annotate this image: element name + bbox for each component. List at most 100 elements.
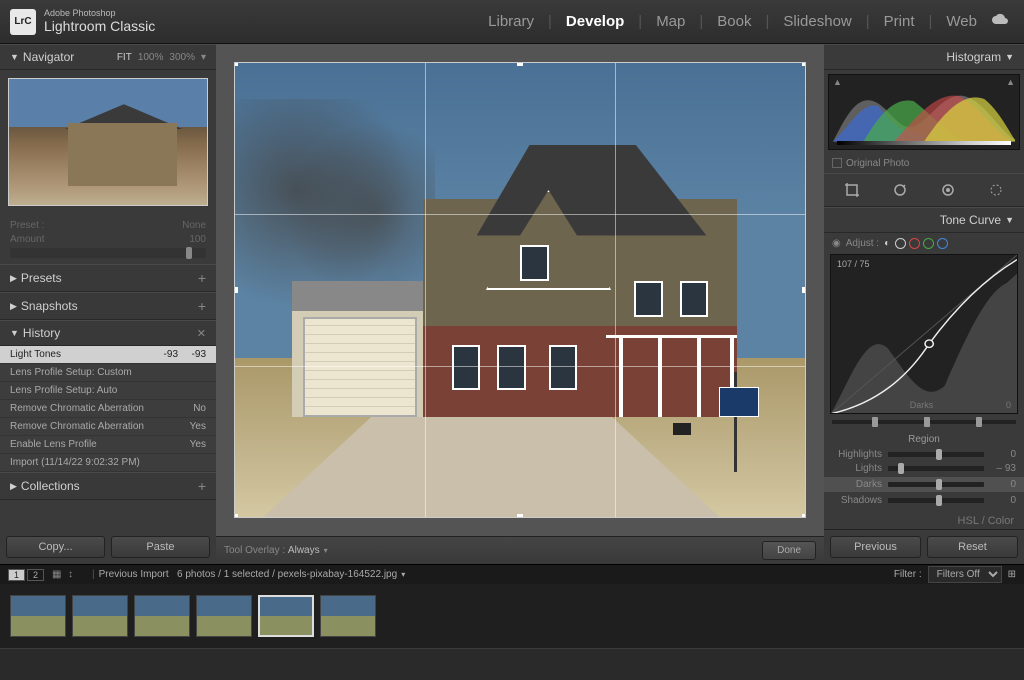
disclosure-triangle-icon: ▼ xyxy=(10,52,19,62)
filter-lock-icon[interactable]: ⊞ xyxy=(1008,569,1016,580)
right-panel: Histogram ▼ ▲ ▲ Original Photo xyxy=(824,44,1024,564)
region-highlights[interactable]: Highlights0 xyxy=(832,449,1016,460)
history-item[interactable]: Lens Profile Setup: Custom xyxy=(0,364,216,382)
previous-button[interactable]: Previous xyxy=(830,536,921,558)
navigator-header[interactable]: ▼ Navigator FIT 100% 300% ▾ xyxy=(0,44,216,70)
collections-header[interactable]: ▶ Collections + xyxy=(0,472,216,500)
filmstrip xyxy=(0,584,1024,648)
original-photo-toggle[interactable]: Original Photo xyxy=(824,154,1024,173)
done-button[interactable]: Done xyxy=(762,541,816,560)
filmstrip-thumb[interactable] xyxy=(72,595,128,637)
region-panel: Region Highlights0Lights– 93Darks0Shadow… xyxy=(824,430,1024,513)
filter-select[interactable]: Filters Off xyxy=(928,566,1002,583)
page-2[interactable]: 2 xyxy=(27,569,44,581)
history-item[interactable]: Import (11/14/22 9:02:32 PM) xyxy=(0,454,216,472)
add-icon[interactable]: + xyxy=(198,478,206,494)
checkbox-icon[interactable] xyxy=(832,158,842,168)
tone-curve-header[interactable]: Tone Curve ▼ xyxy=(824,207,1024,233)
history-item[interactable]: Enable Lens ProfileYes xyxy=(0,436,216,454)
disclosure-triangle-icon: ▶ xyxy=(10,301,17,312)
zoom-more-icon[interactable]: ▾ xyxy=(201,52,206,63)
mask-tool-icon[interactable] xyxy=(936,180,960,200)
amount-slider[interactable] xyxy=(10,248,206,258)
disclosure-triangle-icon: ▼ xyxy=(10,328,19,338)
zoom-300[interactable]: 300% xyxy=(169,52,195,63)
filmstrip-thumb[interactable] xyxy=(258,595,314,637)
app-logo: LrC xyxy=(10,9,36,35)
secondary-display-pages: 1 2 xyxy=(8,569,44,581)
snapshots-header[interactable]: ▶ Snapshots + xyxy=(0,292,216,320)
filmstrip-source[interactable]: Previous Import xyxy=(99,569,169,580)
tool-strip xyxy=(824,173,1024,207)
module-web[interactable]: Web xyxy=(941,13,982,30)
tone-curve-adjust: ◉ Adjust : ◐ xyxy=(824,233,1024,254)
parametric-curve-icon[interactable]: ◐ xyxy=(884,238,890,249)
tone-curve-split-slider[interactable] xyxy=(832,418,1016,426)
region-shadows[interactable]: Shadows0 xyxy=(832,495,1016,506)
region-darks[interactable]: Darks0 xyxy=(824,477,1024,492)
rgb-channel-icon[interactable] xyxy=(895,238,906,249)
app-header: LrC Adobe Photoshop Lightroom Classic Li… xyxy=(0,0,1024,44)
module-picker: Library|Develop|Map|Book|Slideshow|Print… xyxy=(483,13,1014,31)
canvas-toolbar: Tool Overlay : Always ▾ Done xyxy=(216,536,824,564)
sort-icon[interactable]: ↕ xyxy=(68,569,80,581)
filmstrip-thumb[interactable] xyxy=(134,595,190,637)
zoom-fit[interactable]: FIT xyxy=(117,52,132,63)
tone-curve-graph[interactable]: 107 / 75 Darks 0 xyxy=(830,254,1018,415)
module-print[interactable]: Print xyxy=(879,13,920,30)
disclosure-triangle-icon: ▼ xyxy=(1005,215,1014,225)
bottom-spacer xyxy=(0,648,1024,680)
history-item[interactable]: Remove Chromatic AberrationYes xyxy=(0,418,216,436)
filmstrip-thumb[interactable] xyxy=(196,595,252,637)
quick-preset-block: Preset : None Amount 100 xyxy=(0,214,216,264)
blue-channel-icon[interactable] xyxy=(937,238,948,249)
history-item[interactable]: Remove Chromatic AberrationNo xyxy=(0,400,216,418)
page-1[interactable]: 1 xyxy=(8,569,25,581)
copy-button[interactable]: Copy... xyxy=(6,536,105,558)
add-icon[interactable]: + xyxy=(198,270,206,286)
module-book[interactable]: Book xyxy=(712,13,756,30)
reset-button[interactable]: Reset xyxy=(927,536,1018,558)
dropdown-icon[interactable]: ▾ xyxy=(401,570,405,579)
module-library[interactable]: Library xyxy=(483,13,539,30)
filmstrip-thumb[interactable] xyxy=(10,595,66,637)
grid-view-icon[interactable]: ▦ xyxy=(52,569,64,581)
histogram[interactable]: ▲ ▲ xyxy=(828,74,1020,150)
clear-icon[interactable]: ✕ xyxy=(197,327,206,340)
disclosure-triangle-icon: ▼ xyxy=(1005,52,1014,62)
zoom-100[interactable]: 100% xyxy=(138,52,164,63)
filmstrip-header: 1 2 ▦ ↕ | Previous Import 6 photos / 1 s… xyxy=(0,564,1024,584)
crop-tool-icon[interactable] xyxy=(840,180,864,200)
history-header[interactable]: ▼ History ✕ xyxy=(0,320,216,346)
left-panel: ▼ Navigator FIT 100% 300% ▾ Preset : Non… xyxy=(0,44,216,564)
histogram-header[interactable]: Histogram ▼ xyxy=(824,44,1024,70)
module-develop[interactable]: Develop xyxy=(561,13,629,30)
image-canvas[interactable] xyxy=(234,62,806,518)
disclosure-triangle-icon: ▶ xyxy=(10,273,17,284)
dropdown-icon[interactable]: ▾ xyxy=(324,546,328,555)
redeye-tool-icon[interactable] xyxy=(984,180,1008,200)
target-adjust-icon[interactable]: ◉ xyxy=(832,238,841,249)
cloud-sync-icon[interactable] xyxy=(986,13,1014,31)
hsl-header[interactable]: HSL / Color xyxy=(824,513,1024,529)
heal-tool-icon[interactable] xyxy=(888,180,912,200)
tool-overlay-value[interactable]: Always xyxy=(288,545,320,556)
history-list: Light Tones-93-93Lens Profile Setup: Cus… xyxy=(0,346,216,472)
module-slideshow[interactable]: Slideshow xyxy=(778,13,856,30)
navigator-preview[interactable] xyxy=(0,70,216,214)
presets-header[interactable]: ▶ Presets + xyxy=(0,264,216,292)
red-channel-icon[interactable] xyxy=(909,238,920,249)
module-map[interactable]: Map xyxy=(651,13,690,30)
disclosure-triangle-icon: ▶ xyxy=(10,481,17,492)
navigator-title: Navigator xyxy=(23,50,74,64)
add-icon[interactable]: + xyxy=(198,298,206,314)
canvas-area: Tool Overlay : Always ▾ Done xyxy=(216,44,824,564)
paste-button[interactable]: Paste xyxy=(111,536,210,558)
filter-label: Filter : xyxy=(894,569,922,580)
region-lights[interactable]: Lights– 93 xyxy=(832,463,1016,474)
green-channel-icon[interactable] xyxy=(923,238,934,249)
filmstrip-thumb[interactable] xyxy=(320,595,376,637)
app-name: Adobe Photoshop Lightroom Classic xyxy=(44,9,155,34)
history-item[interactable]: Lens Profile Setup: Auto xyxy=(0,382,216,400)
history-item[interactable]: Light Tones-93-93 xyxy=(0,346,216,364)
